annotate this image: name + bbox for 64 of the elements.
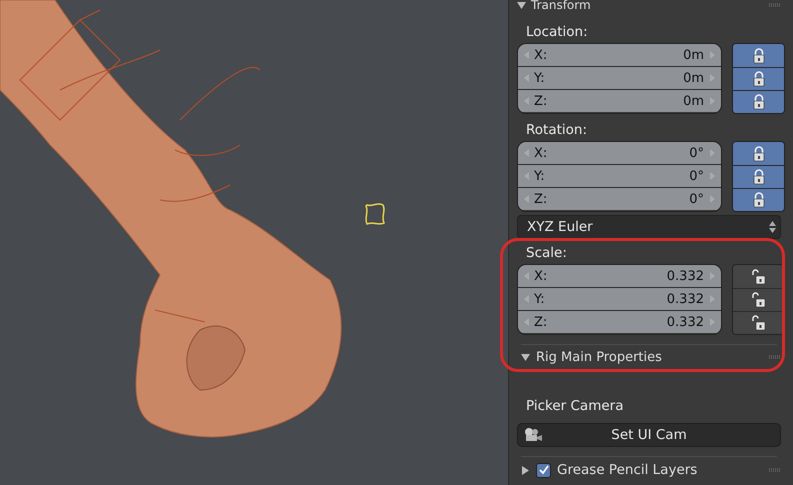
panel-title[interactable]: Grease Pencil Layers (557, 462, 698, 478)
decrement-arrow-icon[interactable] (524, 97, 529, 105)
padlock-open-icon (752, 292, 766, 308)
number-field[interactable]: X: 0° (518, 142, 721, 164)
number-field[interactable]: Z: 0m (518, 89, 721, 112)
number-field[interactable]: Y: 0m (518, 66, 721, 89)
lock-toggle[interactable] (733, 265, 784, 288)
decrement-arrow-icon[interactable] (524, 74, 529, 82)
number-field[interactable]: Y: 0° (518, 164, 721, 187)
rotation-mode-dropdown[interactable]: XYZ Euler (517, 215, 781, 239)
padlock-closed-icon (752, 71, 766, 87)
lock-toggle[interactable] (733, 44, 784, 67)
set-ui-cam-button[interactable]: Set UI Cam (517, 423, 781, 447)
section-label: Picker Camera (525, 396, 624, 416)
collapse-triangle-icon[interactable] (517, 0, 526, 10)
number-field[interactable]: X: 0.332 (518, 265, 721, 287)
lock-toggle[interactable] (733, 311, 784, 334)
number-field[interactable]: Z: 0° (518, 187, 721, 210)
number-field[interactable]: Y: 0.332 (518, 287, 721, 310)
increment-arrow-icon[interactable] (710, 149, 715, 157)
panel-title[interactable]: Rig Main Properties (536, 350, 662, 364)
padlock-closed-icon (752, 146, 766, 162)
decrement-arrow-icon[interactable] (524, 51, 529, 59)
increment-arrow-icon[interactable] (710, 295, 715, 303)
panel-title[interactable]: Transform (531, 0, 591, 12)
section-label: Scale: (525, 244, 568, 262)
increment-arrow-icon[interactable] (710, 51, 715, 59)
increment-arrow-icon[interactable] (710, 172, 715, 180)
decrement-arrow-icon[interactable] (524, 172, 529, 180)
collapse-triangle-icon[interactable] (521, 352, 530, 362)
drag-handle-icon[interactable] (769, 468, 781, 472)
lock-toggle[interactable] (733, 288, 784, 311)
padlock-closed-icon (752, 94, 766, 110)
section-label: Location: (525, 22, 589, 42)
checkmark-icon (538, 465, 548, 475)
lock-toggle[interactable] (733, 90, 784, 113)
decrement-arrow-icon[interactable] (524, 149, 529, 157)
padlock-closed-icon (752, 169, 766, 185)
increment-arrow-icon[interactable] (710, 74, 715, 82)
padlock-closed-icon (752, 192, 766, 208)
section-label: Rotation: (525, 120, 588, 140)
increment-arrow-icon[interactable] (710, 318, 715, 326)
drag-handle-icon[interactable] (769, 3, 781, 7)
lock-toggle[interactable] (733, 165, 784, 188)
decrement-arrow-icon[interactable] (524, 295, 529, 303)
camera-icon (523, 427, 543, 443)
decrement-arrow-icon[interactable] (524, 318, 529, 326)
lock-toggle[interactable] (733, 188, 784, 211)
number-field[interactable]: Z: 0.332 (518, 310, 721, 333)
decrement-arrow-icon[interactable] (524, 272, 529, 280)
checkbox[interactable] (536, 462, 551, 478)
expand-triangle-icon[interactable] (521, 466, 530, 474)
increment-arrow-icon[interactable] (710, 97, 715, 105)
decrement-arrow-icon[interactable] (524, 195, 529, 203)
up-down-arrows-icon (769, 221, 776, 233)
increment-arrow-icon[interactable] (710, 272, 715, 280)
number-field[interactable]: X: 0m (518, 44, 721, 66)
padlock-open-icon (752, 315, 766, 331)
lock-toggle[interactable] (733, 142, 784, 165)
lock-toggle[interactable] (733, 67, 784, 90)
padlock-open-icon (752, 268, 766, 284)
drag-handle-icon[interactable] (769, 355, 781, 359)
padlock-closed-icon (752, 48, 766, 64)
increment-arrow-icon[interactable] (710, 195, 715, 203)
